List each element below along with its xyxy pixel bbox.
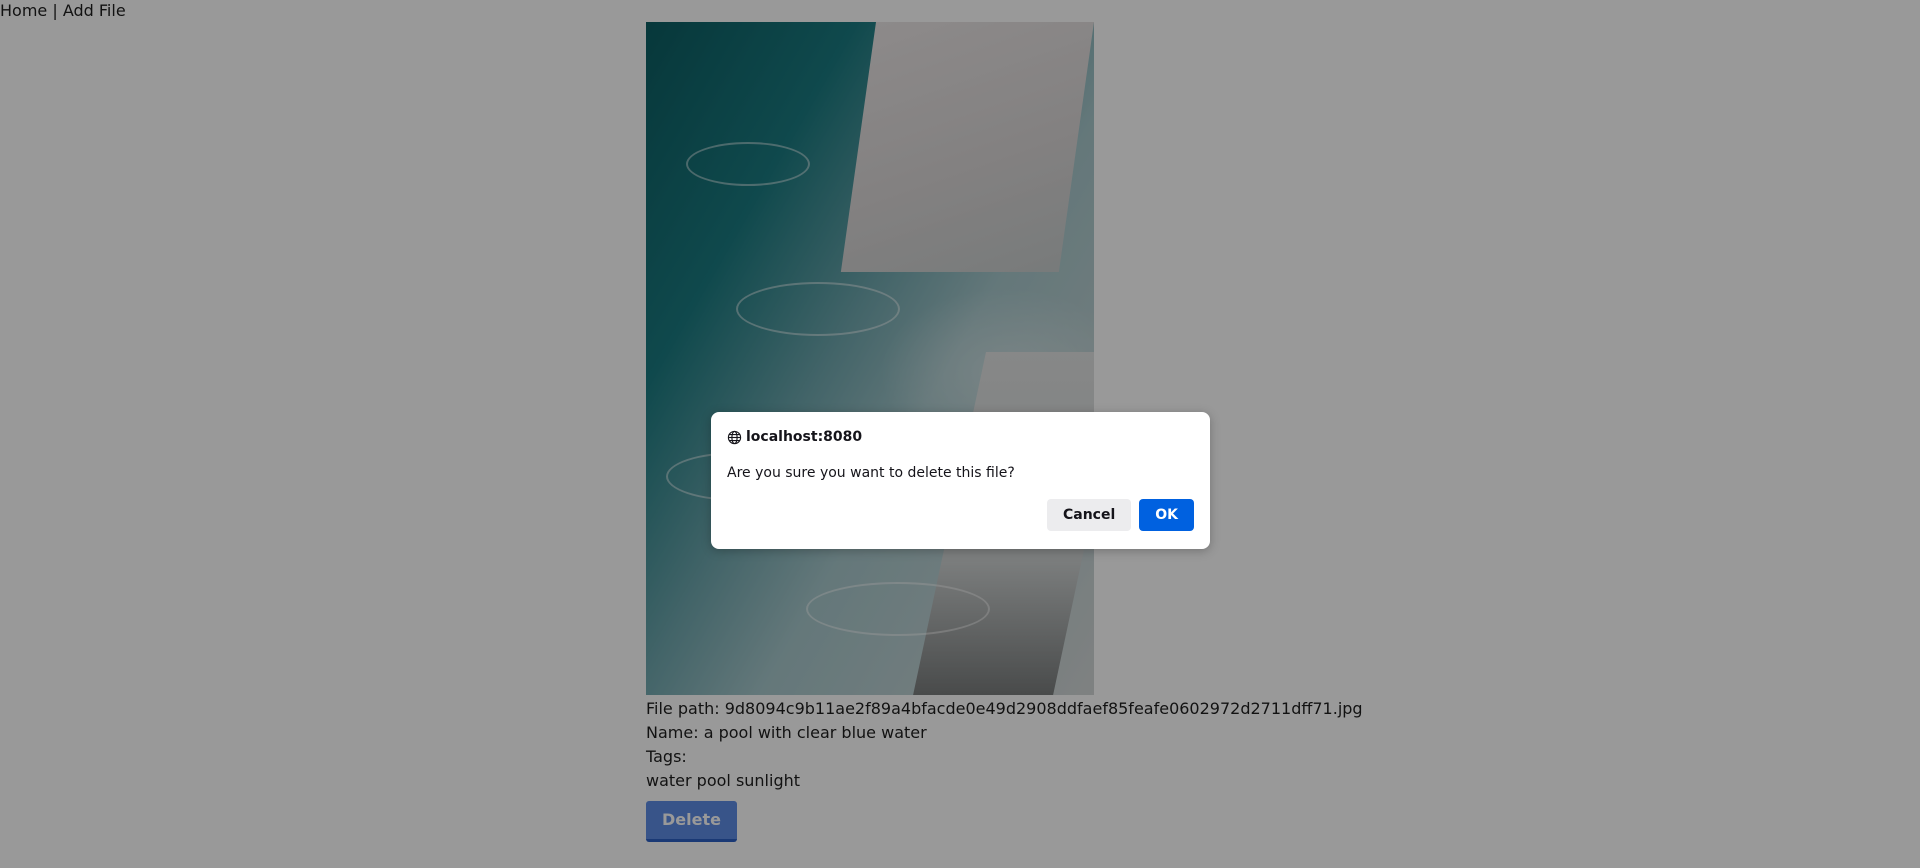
page: Home | Add File File path: 9d8094c9b11ae… <box>0 0 1920 868</box>
cancel-button[interactable]: Cancel <box>1046 499 1132 531</box>
dialog-message: Are you sure you want to delete this fil… <box>727 465 1015 481</box>
confirm-dialog: localhost:8080 Are you sure you want to … <box>711 412 1210 549</box>
globe-icon <box>727 430 742 444</box>
dialog-origin-text: localhost:8080 <box>746 429 863 445</box>
dialog-buttons: Cancel OK <box>1046 499 1194 531</box>
ok-button[interactable]: OK <box>1139 499 1194 531</box>
dialog-origin: localhost:8080 <box>727 428 862 446</box>
